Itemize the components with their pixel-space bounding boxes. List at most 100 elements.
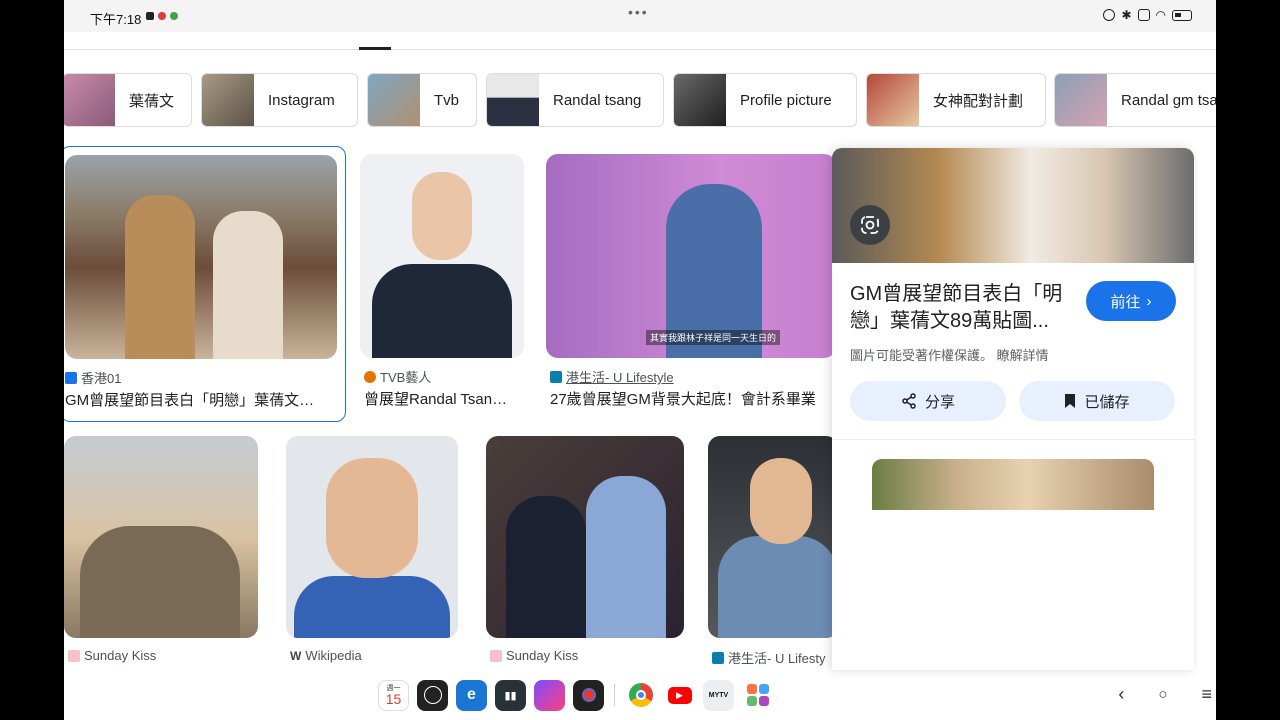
status-bar: 下午7:18 ••• ✱ ◠: [64, 0, 1216, 32]
result-source[interactable]: W Wikipedia: [290, 648, 362, 663]
saved-button[interactable]: 已儲存: [1019, 381, 1175, 421]
browser-icon[interactable]: e: [456, 679, 487, 711]
chip-related[interactable]: Randal tsang: [486, 73, 664, 127]
preview-image[interactable]: [832, 148, 1194, 263]
chip-label: 葉蒨文: [129, 92, 175, 110]
chrome-logo: [628, 683, 653, 707]
result-image: 其實我跟林子祥是同一天生日的: [546, 154, 836, 358]
recents-icon[interactable]: ≡: [1201, 684, 1212, 705]
lens-search-icon[interactable]: [850, 205, 890, 245]
chip-thumbnail: [202, 74, 254, 126]
result-source[interactable]: 香港01: [65, 368, 121, 387]
person-figure: [506, 496, 586, 638]
battery-icon: [1172, 9, 1192, 21]
result-image: [64, 436, 258, 638]
gallery-icon[interactable]: [534, 679, 565, 711]
chip-related[interactable]: Tvb: [367, 73, 477, 127]
chip-thumbnail: [674, 74, 726, 126]
source-name: TVB藝人: [380, 370, 432, 385]
chip-label: Randal tsang: [553, 91, 642, 109]
chip-related[interactable]: Randal gm tsa: [1054, 73, 1216, 127]
bookmark-icon: [1065, 394, 1076, 408]
copyright-note[interactable]: 圖片可能受著作權保護。 瞭解詳情: [850, 345, 1049, 364]
share-label: 分享: [924, 393, 955, 411]
back-icon[interactable]: ‹: [1118, 684, 1124, 705]
drawer-dot: [746, 696, 757, 707]
source-name: 港生活- U Lifestyle: [566, 370, 674, 385]
favicon-icon: [550, 370, 562, 383]
result-source[interactable]: Sunday Kiss: [68, 648, 156, 663]
favicon-icon: [68, 649, 80, 662]
result-source[interactable]: TVB藝人: [364, 367, 431, 386]
result-title[interactable]: 曾展望Randal Tsan…: [364, 388, 524, 409]
wifi-icon: ◠: [1155, 8, 1166, 22]
mute-icon: [1137, 9, 1150, 21]
favicon-icon: [364, 370, 376, 383]
chip-related[interactable]: 葉蒨文: [64, 73, 192, 127]
chip-thumbnail: [64, 74, 115, 126]
result-title[interactable]: GM曾展望節目表白「明戀」葉蒨文…: [65, 389, 337, 410]
camera-lens: [581, 688, 596, 702]
favicon-icon: [490, 649, 502, 662]
result-image: [286, 436, 458, 638]
active-tab-indicator: [359, 47, 391, 50]
result-source[interactable]: 港生活- U Lifesty: [712, 648, 826, 667]
chip-label: Instagram: [268, 91, 335, 109]
person-face: [412, 172, 472, 260]
drawer-dot: [758, 683, 769, 694]
person-figure: [80, 526, 240, 638]
saved-label: 已儲存: [1084, 393, 1130, 411]
drawer-dot: [758, 696, 769, 707]
source-name: 港生活- U Lifesty: [728, 651, 826, 666]
youtube-icon[interactable]: ▶: [664, 679, 695, 711]
visit-label: 前往: [1110, 293, 1141, 311]
multitask-handle[interactable]: •••: [628, 4, 649, 20]
person-figure: [586, 476, 666, 638]
visit-button[interactable]: 前往 ›: [1086, 281, 1176, 321]
image-result[interactable]: Sunday Kiss: [486, 436, 684, 670]
app-drawer-icon[interactable]: [742, 679, 773, 711]
home-icon[interactable]: ○: [1158, 686, 1167, 703]
result-image: [486, 436, 684, 638]
chip-label: 女神配對計劃: [933, 92, 1024, 110]
image-preview-panel: GM曾展望節目表白「明戀」葉蒨文89萬貼圖... 前往 › 圖片可能受著作權保護…: [832, 148, 1194, 670]
chrome-icon[interactable]: [625, 679, 656, 711]
chip-label: Randal gm tsa: [1121, 91, 1216, 109]
source-name: Sunday Kiss: [506, 648, 579, 663]
preview-title[interactable]: GM曾展望節目表白「明戀」葉蒨文89萬貼圖...: [850, 281, 1080, 335]
chip-thumbnail: [867, 74, 919, 126]
video-caption: 其實我跟林子祥是同一天生日的: [646, 330, 781, 345]
search-tabs-bar: [64, 32, 1216, 50]
mytv-super-icon[interactable]: MYTV: [703, 679, 734, 711]
clock-icon[interactable]: [417, 679, 448, 711]
recorder-icon[interactable]: ▮▮: [495, 679, 526, 711]
share-button[interactable]: 分享: [850, 381, 1006, 421]
result-source[interactable]: Sunday Kiss: [490, 648, 578, 663]
image-result[interactable]: 港生活- U Lifesty: [708, 436, 838, 670]
related-image[interactable]: [872, 459, 1154, 510]
image-result[interactable]: 其實我跟林子祥是同一天生日的 港生活- U Lifestyle 27歲曾展望GM…: [546, 154, 836, 414]
person-figure: [718, 536, 838, 638]
chip-thumbnail: [487, 74, 539, 126]
chip-related[interactable]: Instagram: [201, 73, 358, 127]
system-navigation: ‹ ○ ≡: [1118, 684, 1212, 705]
image-result[interactable]: W Wikipedia: [286, 436, 458, 670]
image-result[interactable]: Sunday Kiss: [64, 436, 258, 670]
result-title[interactable]: 27歲曾展望GM背景大起底！會計系畢業: [550, 388, 836, 409]
person-figure: [294, 576, 450, 638]
image-result[interactable]: TVB藝人 曾展望Randal Tsan…: [360, 154, 524, 414]
app-notification-icon: [170, 12, 178, 20]
chip-related[interactable]: Profile picture: [673, 73, 857, 127]
camera-icon[interactable]: [573, 679, 604, 711]
calendar-icon[interactable]: 週一 15: [378, 679, 409, 711]
chip-related[interactable]: 女神配對計劃: [866, 73, 1046, 127]
panel-divider: [832, 439, 1194, 440]
image-result-selected[interactable]: 香港01 GM曾展望節目表白「明戀」葉蒨文…: [64, 146, 346, 422]
screen: 下午7:18 ••• ✱ ◠ 葉蒨文 Instagram Tvb Randal …: [64, 0, 1216, 720]
result-source[interactable]: 港生活- U Lifestyle: [550, 367, 674, 386]
status-time: 下午7:18: [90, 12, 142, 27]
chrome-logo-center: [635, 690, 646, 700]
calendar-day: 15: [385, 690, 402, 707]
record-icon: [1103, 9, 1116, 21]
person-figure: [125, 195, 195, 359]
